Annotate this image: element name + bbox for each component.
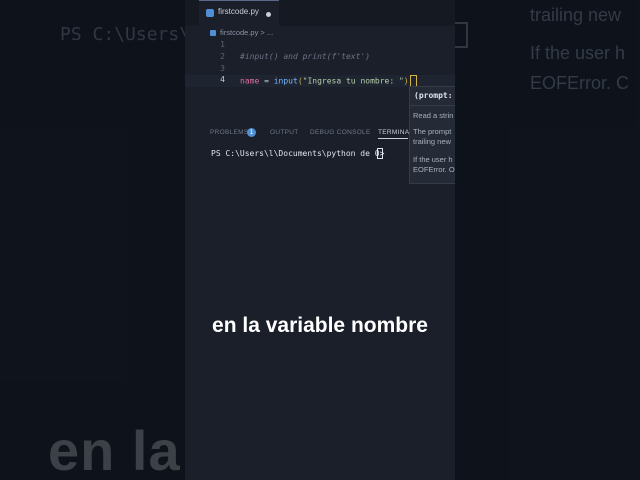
hover-doc-line: If the user h bbox=[413, 155, 453, 164]
function-token: input bbox=[273, 76, 298, 86]
code-line-2: 2 #input() and print(f'text') bbox=[185, 52, 455, 64]
variable-token: name bbox=[240, 76, 260, 86]
unsaved-dot-icon[interactable] bbox=[266, 12, 271, 17]
editor-window: firstcode.py firstcode.py > ... 1 2 #inp… bbox=[185, 0, 455, 480]
terminal-prompt[interactable]: PS C:\Users\l\Documents\python de 0> bbox=[211, 149, 384, 158]
operator-token: = bbox=[259, 76, 274, 86]
line-number: 1 bbox=[220, 40, 225, 49]
video-caption: en la variable nombre bbox=[212, 314, 428, 337]
line-number: 2 bbox=[220, 52, 225, 61]
hover-doc-line: Read a strin bbox=[413, 111, 454, 120]
hover-doc-line: EOFError. O bbox=[413, 165, 455, 174]
python-file-icon bbox=[206, 9, 214, 17]
terminal-cursor bbox=[377, 148, 383, 159]
problems-badge: 1 bbox=[247, 128, 256, 137]
breadcrumb[interactable]: firstcode.py > ... bbox=[220, 28, 273, 37]
tab-bar: firstcode.py bbox=[185, 0, 455, 27]
code-line-1: 1 bbox=[185, 40, 455, 52]
paren-token: ) bbox=[403, 76, 409, 86]
code-statement: name = input("Ingresa tu nombre: ") bbox=[240, 75, 417, 87]
breadcrumb-python-icon bbox=[210, 30, 216, 36]
tab-output[interactable]: OUTPUT bbox=[270, 129, 299, 136]
tab-problems[interactable]: PROBLEMS bbox=[210, 129, 249, 136]
tab-debug-console[interactable]: DEBUG CONSOLE bbox=[310, 129, 371, 136]
comment-text: #input() and print(f'text') bbox=[240, 52, 371, 61]
tab-label: firstcode.py bbox=[218, 7, 259, 16]
tab-terminal[interactable]: TERMINA bbox=[378, 129, 409, 136]
hover-signature: (prompt: bbox=[414, 91, 453, 100]
panel-tabs: PROBLEMS 1 OUTPUT DEBUG CONSOLE TERMINA bbox=[185, 126, 455, 140]
active-tab-indicator bbox=[378, 138, 408, 139]
string-token: "Ingresa tu nombre: " bbox=[302, 76, 404, 86]
line-number: 4 bbox=[220, 75, 225, 84]
line-number: 3 bbox=[220, 64, 225, 73]
hover-divider bbox=[410, 105, 455, 106]
